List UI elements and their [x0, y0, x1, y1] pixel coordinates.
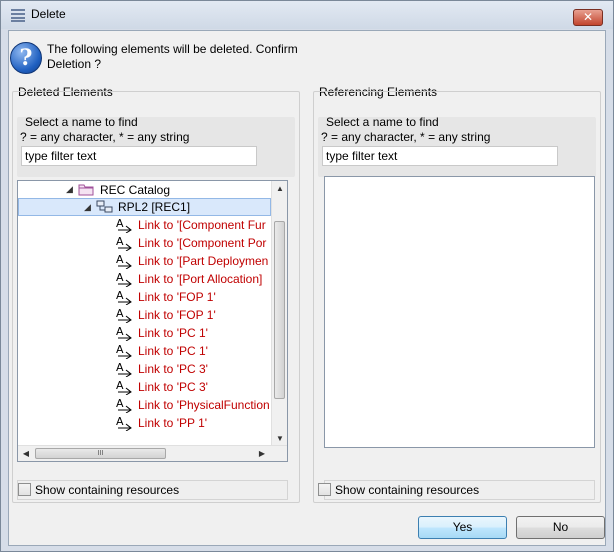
tree-item-label: Link to '[Port Allocation]	[138, 272, 263, 286]
replica-icon	[96, 200, 113, 213]
link-icon: A	[116, 415, 132, 431]
tree-item-link[interactable]: A Link to 'FOP 1'	[18, 306, 271, 324]
link-icon: A	[116, 235, 132, 251]
tree-item-link[interactable]: A Link to 'FOP 1'	[18, 288, 271, 306]
tree-item-label: Link to '[Component Por	[138, 236, 267, 250]
title-bar[interactable]: Delete ✕	[1, 1, 613, 29]
question-icon: ?	[10, 42, 42, 74]
scroll-up-icon[interactable]: ▲	[272, 181, 287, 196]
tree-item-label: Link to 'PC 3'	[138, 380, 208, 394]
tree-item-label: Link to '[Part Deploymen	[138, 254, 269, 268]
horizontal-scrollbar[interactable]: ◀ III ▶	[18, 445, 287, 461]
tree-item-link[interactable]: A Link to 'PC 1'	[18, 324, 271, 342]
scroll-down-icon[interactable]: ▼	[272, 431, 287, 446]
yes-button[interactable]: Yes	[418, 516, 507, 539]
svg-text:A: A	[116, 217, 124, 230]
tree-item-label: Link to 'FOP 1'	[138, 308, 216, 322]
tree-item-label: RPL2 [REC1]	[118, 200, 191, 214]
tree-item-label: Link to 'PhysicalFunction	[138, 398, 270, 412]
referencing-elements-panel: Select a name to find ? = any character,…	[313, 91, 601, 503]
vertical-scrollbar[interactable]: ▲ ▼	[271, 181, 287, 446]
svg-text:A: A	[116, 307, 124, 320]
delete-dialog: Delete ✕ ? The following elements will b…	[0, 0, 614, 552]
link-icon: A	[116, 343, 132, 359]
link-icon: A	[116, 325, 132, 341]
tree-item-link[interactable]: A Link to '[Component Por	[18, 234, 271, 252]
filter-hint: Select a name to find	[25, 115, 138, 129]
tree-item-rec-catalog[interactable]: ◢ REC Catalog	[18, 181, 271, 199]
show-resources-label: Show containing resources	[35, 483, 180, 497]
svg-text:A: A	[116, 397, 124, 410]
tree-item-rpl2[interactable]: ◢ RPL2 [REC1]	[18, 198, 271, 216]
dialog-body: ? The following elements will be deleted…	[8, 30, 606, 546]
svg-text:A: A	[116, 253, 124, 266]
tree-item-label: Link to 'PC 1'	[138, 344, 208, 358]
tree-item-link[interactable]: A Link to '[Port Allocation]	[18, 270, 271, 288]
link-icon: A	[116, 361, 132, 377]
svg-text:A: A	[116, 379, 124, 392]
tree-item-link[interactable]: A Link to '[Part Deploymen	[18, 252, 271, 270]
show-resources-checkbox[interactable]	[18, 483, 31, 496]
vertical-scroll-thumb[interactable]	[274, 221, 285, 399]
link-icon: A	[116, 307, 132, 323]
show-resources-label: Show containing resources	[335, 483, 480, 497]
horizontal-scroll-thumb[interactable]: III	[35, 448, 166, 459]
deleted-elements-panel: Select a name to find ? = any character,…	[12, 91, 300, 503]
tree-item-label: Link to 'PC 1'	[138, 326, 208, 340]
window-title: Delete	[31, 7, 66, 21]
tree-item-link[interactable]: A Link to 'PC 1'	[18, 342, 271, 360]
tree-item-link[interactable]: A Link to 'PC 3'	[18, 378, 271, 396]
referencing-filter-input[interactable]	[322, 146, 558, 166]
svg-text:A: A	[116, 325, 124, 338]
svg-text:A: A	[116, 235, 124, 248]
expand-arrow-icon[interactable]: ◢	[84, 202, 91, 213]
link-icon: A	[116, 271, 132, 287]
tree-item-label: Link to 'PC 3'	[138, 362, 208, 376]
svg-text:A: A	[116, 361, 124, 374]
link-icon: A	[116, 289, 132, 305]
filter-hint: Select a name to find	[326, 115, 439, 129]
tree-item-label: Link to 'PP 1'	[138, 416, 208, 430]
close-button[interactable]: ✕	[573, 9, 603, 26]
show-resources-checkbox[interactable]	[318, 483, 331, 496]
tree-item-label: REC Catalog	[100, 183, 171, 197]
link-icon: A	[116, 217, 132, 233]
referencing-elements-tree[interactable]	[324, 176, 595, 448]
svg-text:A: A	[116, 343, 124, 356]
deleted-filter-area: Select a name to find ? = any character,…	[17, 115, 295, 177]
scroll-right-icon[interactable]: ▶	[254, 446, 270, 461]
referencing-filter-area: Select a name to find ? = any character,…	[318, 115, 596, 177]
confirmation-message: The following elements will be deleted. …	[47, 42, 298, 71]
tree-item-label: Link to 'FOP 1'	[138, 290, 216, 304]
svg-text:A: A	[116, 271, 124, 284]
tree-item-link[interactable]: A Link to '[Component Fur	[18, 216, 271, 234]
link-icon: A	[116, 253, 132, 269]
svg-text:A: A	[116, 289, 124, 302]
tree-item-link[interactable]: A Link to 'PP 1'	[18, 414, 271, 432]
link-icon: A	[116, 379, 132, 395]
delete-list-icon	[11, 9, 25, 22]
no-button[interactable]: No	[516, 516, 605, 539]
link-icon: A	[116, 397, 132, 413]
deleted-elements-tree[interactable]: ◢ REC Catalog ◢ RPL2 [REC1] A Link to '[…	[17, 180, 288, 462]
tree-item-link[interactable]: A Link to 'PhysicalFunction	[18, 396, 271, 414]
filter-syntax-hint: ? = any character, * = any string	[321, 130, 491, 144]
folder-icon	[78, 184, 94, 196]
filter-syntax-hint: ? = any character, * = any string	[20, 130, 190, 144]
deleted-filter-input[interactable]	[21, 146, 257, 166]
expand-arrow-icon[interactable]: ◢	[66, 184, 73, 195]
tree-item-label: Link to '[Component Fur	[138, 218, 266, 232]
svg-text:A: A	[116, 415, 124, 428]
scroll-left-icon[interactable]: ◀	[18, 446, 34, 461]
tree-item-link[interactable]: A Link to 'PC 3'	[18, 360, 271, 378]
